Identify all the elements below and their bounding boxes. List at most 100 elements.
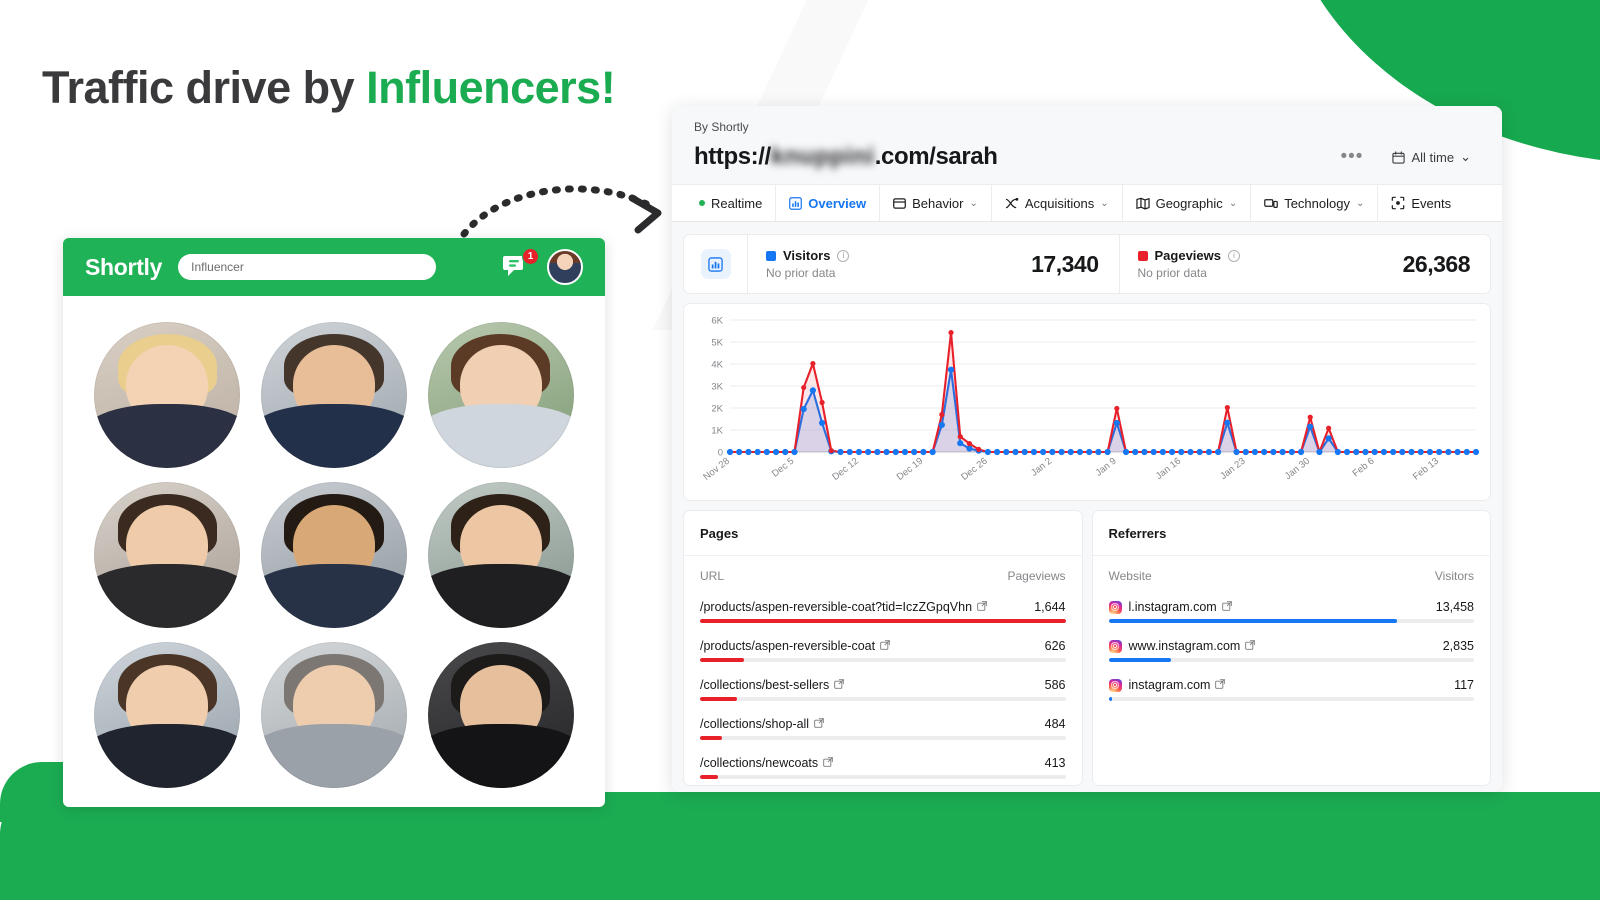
influencer-avatar[interactable] [94, 642, 241, 788]
table-row-label: www.instagram.com [1128, 639, 1241, 653]
table-row[interactable]: www.instagram.com 2,835 [1093, 633, 1491, 662]
external-link-icon[interactable] [1221, 600, 1232, 614]
chevron-down-icon: ⌄ [1355, 197, 1365, 209]
external-link-icon[interactable] [880, 639, 890, 653]
influencer-avatar[interactable] [427, 482, 574, 628]
search-input[interactable]: Influencer [178, 254, 437, 280]
metrics-toggle-button[interactable] [700, 249, 731, 279]
external-link-icon[interactable] [1215, 678, 1226, 692]
pages-panel: Pages URL Pageviews /products/aspen-reve… [683, 510, 1083, 786]
tab-technology[interactable]: Technology ⌄ [1250, 185, 1377, 221]
external-link-icon[interactable] [814, 717, 824, 731]
by-line: By Shortly [694, 120, 749, 134]
row-progress-fill [700, 619, 1066, 623]
dashboard-body: Visitors i No prior data 17,340 Pageview… [672, 222, 1502, 786]
table-row-top: www.instagram.com 2,835 [1108, 633, 1474, 658]
table-row-top: /products/aspen-reversible-coat?tid=IczZ… [700, 594, 1066, 619]
chevron-down-icon: ⌄ [1460, 149, 1471, 164]
svg-text:Jan 2: Jan 2 [1029, 456, 1054, 479]
referrers-panel: Referrers Website Visitors l.instagram.c… [1091, 510, 1491, 786]
influencer-avatar[interactable] [260, 322, 407, 468]
pages-col-url: URL [700, 569, 725, 583]
svg-text:Feb 13: Feb 13 [1411, 456, 1441, 483]
row-progress-fill [1108, 658, 1171, 662]
messages-button[interactable]: 1 [503, 248, 539, 280]
influencer-grid [63, 296, 605, 807]
date-range-selector[interactable]: All time ⌄ [1383, 144, 1480, 170]
stat-pageviews-label: Pageviews [1154, 248, 1222, 263]
tab-realtime[interactable]: Realtime [686, 185, 775, 221]
table-row[interactable]: /products/aspen-reversible-coat?tid=IczZ… [684, 594, 1082, 623]
chevron-down-icon: ⌄ [1228, 197, 1238, 209]
external-link-icon[interactable] [834, 678, 845, 692]
external-link-icon[interactable] [823, 756, 833, 770]
influencer-avatar[interactable] [94, 322, 241, 468]
stat-visitors-value: 17,340 [1031, 250, 1099, 277]
table-row-label: /products/aspen-reversible-coat [700, 639, 876, 653]
external-link-icon[interactable] [977, 600, 987, 614]
info-icon[interactable]: i [837, 249, 850, 262]
influencer-avatar[interactable] [427, 322, 574, 468]
tab-overview-label: Overview [808, 195, 867, 211]
row-progress-track [700, 697, 1066, 701]
device-icon [1264, 198, 1279, 208]
pageviews-color-swatch [1137, 250, 1148, 261]
table-row[interactable]: /collections/shop-all 484 [684, 711, 1082, 740]
tab-acquisitions[interactable]: Acquisitions ⌄ [990, 185, 1122, 221]
target-icon [1392, 196, 1405, 210]
tab-events-label: Events [1411, 195, 1452, 211]
tab-events[interactable]: Events [1377, 185, 1464, 221]
tab-overview[interactable]: Overview [775, 185, 879, 221]
svg-text:Nov 28: Nov 28 [701, 456, 731, 483]
visitors-color-swatch [766, 250, 776, 261]
row-progress-track [700, 775, 1066, 779]
page-title-plain: Traffic drive by [42, 62, 367, 113]
svg-text:Dec 5: Dec 5 [770, 456, 796, 480]
svg-text:5K: 5K [711, 338, 723, 349]
tab-geographic[interactable]: Geographic ⌄ [1121, 185, 1251, 221]
influencer-avatar[interactable] [427, 642, 574, 788]
row-progress-fill [700, 775, 719, 779]
table-row[interactable]: /collections/best-sellers 586 [684, 672, 1082, 701]
more-options-button[interactable]: ••• [1333, 147, 1372, 166]
search-input-value: Influencer [191, 260, 244, 274]
pages-rows: /products/aspen-reversible-coat?tid=IczZ… [684, 594, 1082, 779]
messages-badge: 1 [522, 248, 539, 265]
table-row-top: /collections/newcoats 413 [700, 750, 1066, 775]
branch-icon [1005, 197, 1019, 208]
table-row[interactable]: l.instagram.com 13,458 [1093, 594, 1491, 623]
lower-panels: Pages URL Pageviews /products/aspen-reve… [683, 510, 1491, 786]
url-row: https://knuppini.com/sarah ••• All time … [694, 143, 1480, 171]
svg-text:Jan 30: Jan 30 [1283, 456, 1312, 482]
map-icon [1135, 197, 1150, 209]
influencer-avatar[interactable] [260, 642, 407, 788]
referrers-columns: Website Visitors [1093, 556, 1491, 594]
table-row-label: /collections/best-sellers [700, 678, 830, 692]
table-row-value: 484 [1044, 717, 1066, 731]
avatar[interactable] [547, 249, 583, 285]
influencer-avatar[interactable] [94, 482, 241, 628]
table-row[interactable]: instagram.com 117 [1093, 672, 1491, 701]
table-row-top: /collections/shop-all 484 [700, 711, 1066, 736]
table-row[interactable]: /collections/newcoats 413 [684, 750, 1082, 779]
traffic-chart[interactable]: 0 1K 2K 3K 4K 5K 6K Nov 28 Dec 5 Dec 12 Dec 19 Dec … [683, 303, 1491, 501]
tab-behavior[interactable]: Behavior ⌄ [879, 185, 991, 221]
svg-text:2K: 2K [711, 404, 723, 415]
background-shape-bottom [0, 792, 1600, 900]
dot-icon [699, 200, 705, 206]
pages-panel-title: Pages [684, 511, 1082, 556]
pages-col-value: Pageviews [1007, 569, 1066, 583]
traffic-chart-svg: 01K2K3K4K5K6KNov 28 Dec 5 Dec 12 Dec 19 Dec … [701, 316, 1480, 483]
svg-text:Dec 12: Dec 12 [830, 456, 860, 483]
instagram-icon [1108, 600, 1122, 614]
row-progress-fill [700, 658, 744, 662]
stat-visitors: Visitors i No prior data 17,340 [748, 235, 1119, 293]
table-row[interactable]: /products/aspen-reversible-coat 626 [684, 633, 1082, 662]
stat-pageviews-left: Pageviews i No prior data [1137, 248, 1240, 280]
info-icon[interactable]: i [1228, 249, 1240, 262]
chevron-down-icon: ⌄ [1100, 197, 1109, 209]
influencer-avatar[interactable] [260, 482, 407, 628]
tab-realtime-label: Realtime [711, 195, 763, 211]
external-link-icon[interactable] [1245, 639, 1256, 653]
instagram-icon [1108, 678, 1122, 692]
